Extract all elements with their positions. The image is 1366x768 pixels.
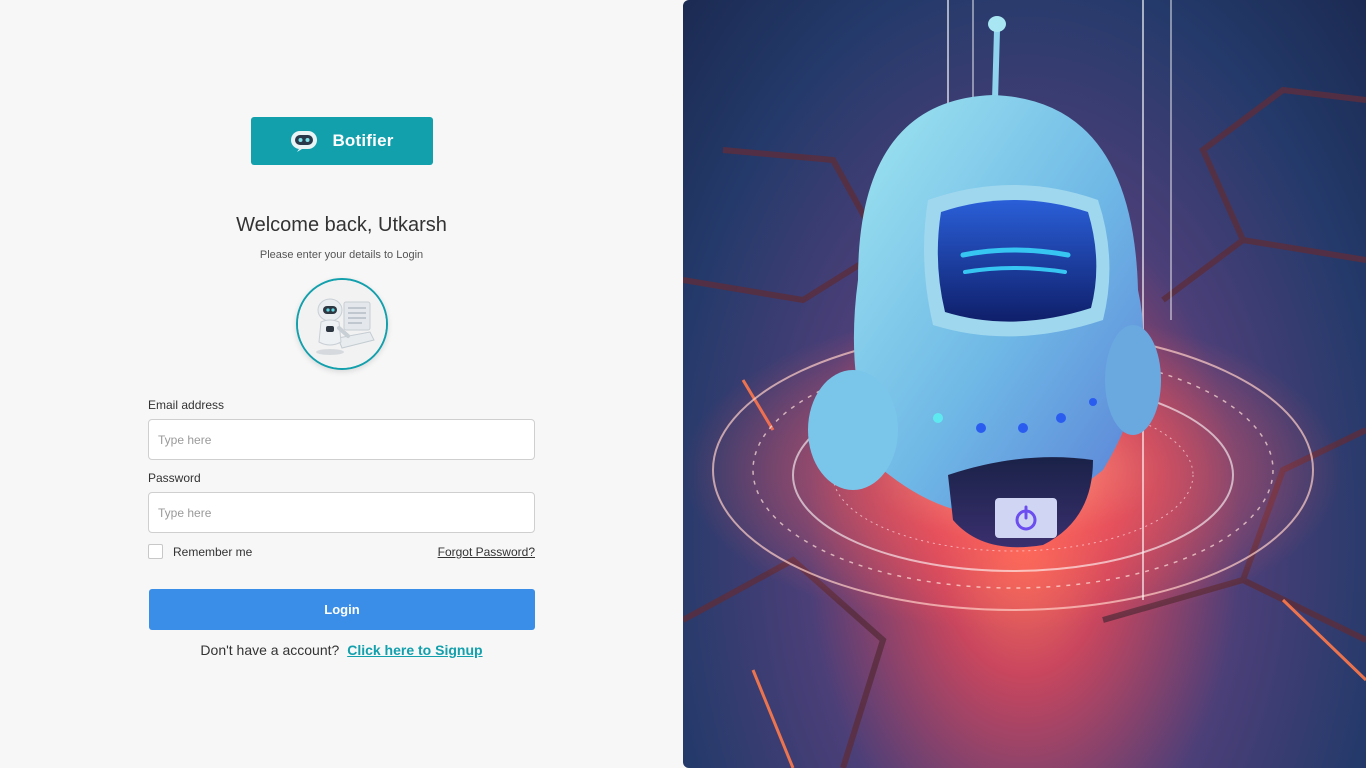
hero-panel — [683, 0, 1366, 768]
email-field[interactable] — [148, 419, 535, 460]
brand-name: Botifier — [332, 131, 394, 150]
remember-me[interactable]: Remember me — [148, 544, 252, 559]
brand-banner: Botifier — [251, 117, 433, 165]
email-label: Email address — [148, 398, 225, 412]
welcome-title: Welcome back, Utkarsh — [236, 214, 447, 236]
robot-avatar-icon — [296, 278, 388, 370]
login-button[interactable]: Login — [149, 589, 535, 630]
signup-prompt: Don't have a account? — [200, 642, 340, 658]
welcome-subtitle: Please enter your details to Login — [259, 249, 424, 261]
password-field[interactable] — [148, 492, 535, 533]
robot-hero-illustration — [683, 0, 1366, 768]
forgot-password-link[interactable]: Forgot Password? — [438, 545, 535, 559]
remember-label: Remember me — [173, 544, 253, 559]
signup-row: Don't have a account? Click here to Sign… — [0, 642, 683, 658]
bot-logo-icon — [291, 131, 318, 152]
remember-checkbox[interactable] — [148, 544, 163, 559]
signup-link[interactable]: Click here to Signup — [347, 642, 482, 658]
login-panel: Botifier Welcome back, Utkarsh Please en… — [0, 0, 683, 768]
password-label: Password — [148, 471, 201, 485]
